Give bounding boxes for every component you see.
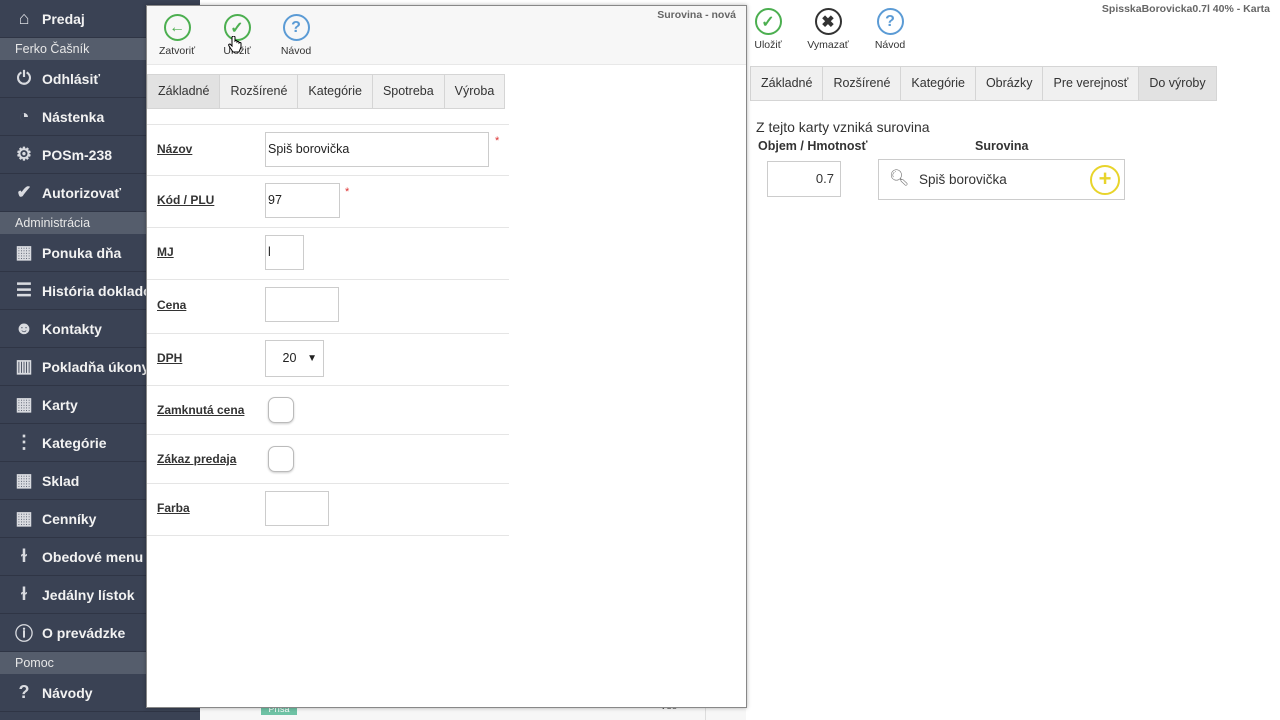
vat-select[interactable]: 20 ▼	[265, 340, 324, 377]
sidebar-item-label: Karty	[42, 396, 78, 413]
color-row: Farba	[147, 484, 509, 536]
add-icon[interactable]: +	[1090, 165, 1120, 195]
bg-help-button[interactable]: ? Návod	[860, 8, 920, 51]
bar-chart-icon: ▥	[15, 356, 33, 376]
tab-kategorie[interactable]: Kategórie	[900, 66, 976, 101]
check-icon: ✓	[754, 8, 782, 35]
name-input[interactable]: Spiš borovička	[265, 132, 489, 167]
sidebar-item-label: Kontakty	[42, 320, 102, 337]
star-boxes-icon: ▦	[15, 242, 33, 262]
help-icon: ?	[18, 682, 30, 702]
search-icon[interactable]: 🔍︎	[889, 168, 909, 188]
color-input[interactable]	[265, 491, 329, 526]
boxes-icon: ▦	[15, 508, 33, 528]
page-title: SpisskaBorovicka0.7l 40% - Karta	[1101, 3, 1270, 15]
volume-header: Objem / Hmotnosť	[758, 139, 868, 153]
sidebar-item-label: POSm-238	[42, 146, 113, 163]
tab-vyroba[interactable]: Výroba	[443, 74, 506, 109]
tab-obrazky[interactable]: Obrázky	[974, 66, 1044, 101]
tab-zakladne[interactable]: Základné	[750, 66, 824, 101]
help-button[interactable]: ? Návod	[266, 14, 326, 57]
required-mark: *	[345, 186, 350, 198]
dashboard-icon: ◔	[18, 106, 30, 126]
help-icon: ?	[282, 14, 310, 41]
tab-pre-verejnost[interactable]: Pre verejnosť	[1042, 66, 1140, 101]
background-toolbar: ✓ Uložiť ✖ Vymazať ? Návod SpisskaBorovi…	[746, 0, 1280, 64]
sidebar-item-label: Kategórie	[42, 434, 107, 451]
vat-value: 20	[282, 351, 297, 365]
color-label: Farba	[157, 501, 190, 515]
bg-tabs: Základné Rozšírené Kategórie Obrázky Pre…	[750, 66, 1217, 101]
sidebar-item-label: Jedálny lístok	[42, 586, 135, 603]
tree-icon: ⋮	[15, 432, 33, 452]
check-circle-icon: ✔	[16, 182, 32, 202]
sidebar-item-label: Cenníky	[42, 510, 97, 527]
sidebar-item-label: O prevádzke	[42, 624, 126, 641]
locked-price-checkbox[interactable]	[268, 397, 294, 423]
tab-zakladne[interactable]: Základné	[147, 74, 221, 109]
boxes-icon: ▦	[15, 394, 33, 414]
power-icon: ⏻	[16, 68, 32, 88]
sidebar-item-label: Predaj	[42, 10, 85, 27]
sale-ban-row: Zákaz predaja	[147, 435, 509, 484]
help-icon: ?	[876, 8, 904, 35]
tab-spotreba[interactable]: Spotreba	[371, 74, 445, 109]
name-row: Názov Spiš borovička *	[147, 124, 509, 176]
dialog-tabs: Základné Rozšírené Kategórie Spotreba Vý…	[147, 74, 506, 109]
material-header: Surovina	[975, 139, 1029, 153]
tab-rozsirene[interactable]: Rozšírené	[219, 74, 299, 109]
users-icon: ☻	[14, 318, 34, 338]
unit-row: MJ l	[147, 228, 509, 280]
vat-label: DPH	[157, 351, 183, 365]
required-mark: *	[495, 135, 500, 147]
locked-price-row: Zamknutá cena	[147, 386, 509, 435]
divider	[705, 706, 706, 720]
code-label: Kód / PLU	[157, 193, 215, 207]
material-dialog: ← Zatvoriť ✓ Uložiť ? Návod Surovina - n…	[146, 5, 747, 708]
info-icon: ⓘ	[15, 623, 33, 644]
material-picker[interactable]: 🔍︎ Spiš borovička +	[878, 159, 1125, 200]
list-icon: ☰	[15, 280, 33, 300]
price-input[interactable]	[265, 287, 339, 322]
production-note: Z tejto karty vzniká surovina	[756, 119, 930, 135]
volume-input[interactable]: 0.7	[767, 161, 841, 197]
cutlery-icon: ɫ	[21, 546, 27, 566]
sidebar-item-label: Návody	[42, 684, 93, 701]
name-label: Názov	[157, 142, 193, 156]
sidebar-item-label: Nástenka	[42, 108, 105, 125]
sidebar-item-label: Obedové menu	[42, 548, 144, 565]
close-icon: ✖	[814, 8, 842, 35]
chevron-down-icon: ▼	[307, 353, 317, 364]
sidebar-item-label: Odhlásiť	[42, 70, 101, 87]
sidebar-item-label: Autorizovať	[42, 184, 122, 201]
code-row: Kód / PLU 97 *	[147, 176, 509, 228]
arrow-left-icon: ←	[163, 14, 191, 41]
home-icon: ⌂	[18, 8, 30, 28]
sidebar-item-label: Ponuka dňa	[42, 244, 122, 261]
boxes-icon: ▦	[15, 470, 33, 490]
price-label: Cena	[157, 298, 187, 312]
unit-input[interactable]: l	[265, 235, 304, 270]
sidebar-item-label: Sklad	[42, 472, 80, 489]
dialog-title: Surovina - nová	[657, 9, 736, 21]
bg-save-button[interactable]: ✓ Uložiť	[738, 8, 798, 51]
tab-rozsirene[interactable]: Rozšírené	[822, 66, 902, 101]
cutlery-icon: ɫ	[21, 584, 27, 604]
price-row: Cena	[147, 280, 509, 334]
vat-row: DPH 20 ▼	[147, 334, 509, 386]
code-input[interactable]: 97	[265, 183, 340, 218]
sidebar-item-label: Pokladňa úkony	[42, 358, 150, 375]
material-value: Spiš borovička	[919, 172, 1007, 187]
bg-delete-button[interactable]: ✖ Vymazať	[798, 8, 858, 51]
close-button[interactable]: ← Zatvoriť	[147, 14, 207, 57]
gear-icon: ⚙	[15, 144, 33, 164]
sidebar-item-label: História dokladov	[42, 282, 160, 299]
unit-label: MJ	[157, 245, 174, 259]
sale-ban-label: Zákaz predaja	[157, 452, 237, 466]
locked-price-label: Zamknutá cena	[157, 403, 245, 417]
hand-cursor-icon	[228, 36, 242, 53]
tab-kategorie[interactable]: Kategórie	[297, 74, 373, 109]
tab-do-vyroby[interactable]: Do výroby	[1138, 66, 1217, 101]
sale-ban-checkbox[interactable]	[268, 446, 294, 472]
